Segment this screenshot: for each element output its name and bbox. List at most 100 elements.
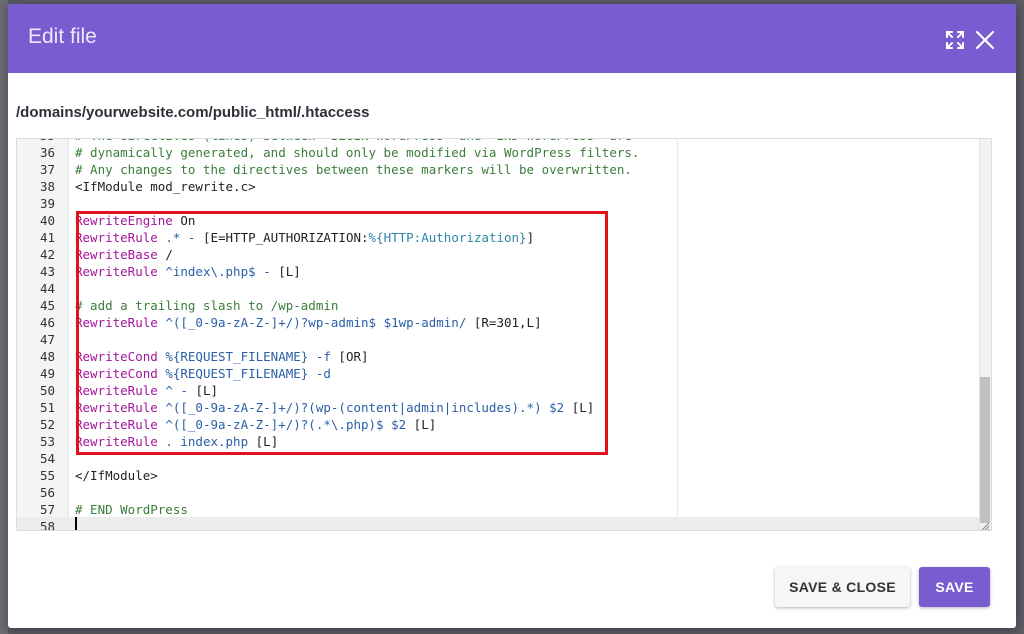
line-code: # add a trailing slash to /wp-admin xyxy=(75,297,338,314)
code-line[interactable]: 52 RewriteRule ^([_0-9a-zA-Z-]+/)?(.*\.ph… xyxy=(17,416,981,433)
code-line[interactable]: 39 xyxy=(17,195,981,212)
code-token: </IfModule> xyxy=(75,468,158,483)
line-code: RewriteCond %{REQUEST_FILENAME} -d xyxy=(75,365,331,382)
line-number: 56 xyxy=(39,485,55,500)
line-number: 54 xyxy=(39,451,55,466)
line-number: 39 xyxy=(39,196,55,211)
code-token: [L] xyxy=(195,383,219,398)
expand-icon[interactable] xyxy=(944,29,966,51)
dialog-title: Edit file xyxy=(28,25,97,48)
code-token: RewriteRule xyxy=(75,264,158,279)
line-code: RewriteRule ^([_0-9a-zA-Z-]+/)?(wp-(cont… xyxy=(75,399,594,416)
code-token: [L] xyxy=(255,434,279,449)
line-number: 51 xyxy=(39,400,55,415)
code-token: ^([_0-9a-zA-Z-]+/)?wp-admin$ $1wp-admin/ xyxy=(157,315,474,330)
line-number: 52 xyxy=(39,417,55,432)
line-number: 45 xyxy=(39,298,55,313)
save-and-close-button[interactable]: SAVE & CLOSE xyxy=(775,567,910,607)
code-line[interactable]: 41 RewriteRule .* - [E=HTTP_AUTHORIZATION… xyxy=(17,229,981,246)
line-number: 42 xyxy=(39,247,55,262)
code-token: ] xyxy=(526,230,535,245)
text-cursor xyxy=(75,517,77,530)
code-token: RewriteRule xyxy=(75,383,158,398)
code-line[interactable]: 38 <IfModule mod_rewrite.c> xyxy=(17,178,981,195)
code-token: # add a trailing slash to /wp-admin xyxy=(75,298,339,313)
code-token: RewriteRule xyxy=(75,230,158,245)
line-code: # END WordPress xyxy=(75,501,188,518)
code-line[interactable]: 40 RewriteEngine On xyxy=(17,212,981,229)
code-line[interactable]: 48 RewriteCond %{REQUEST_FILENAME} -f [OR… xyxy=(17,348,981,365)
code-token: RewriteEngine xyxy=(75,213,173,228)
line-number: 47 xyxy=(39,332,55,347)
code-token: [R=301,L] xyxy=(473,315,542,330)
line-number: 46 xyxy=(39,315,55,330)
code-token: RewriteRule xyxy=(75,315,158,330)
line-number: 58 xyxy=(39,519,55,531)
line-number: 40 xyxy=(39,213,55,228)
code-token: # The directives (lines) between "BEGIN … xyxy=(75,139,632,143)
code-token: [L] xyxy=(278,264,301,279)
save-button[interactable]: SAVE xyxy=(919,567,990,607)
line-number: 44 xyxy=(39,281,55,296)
code-editor[interactable]: 35# The directives (lines) between "BEGI… xyxy=(16,138,992,531)
code-token: [OR] xyxy=(338,349,369,364)
code-line[interactable]: 46 RewriteRule ^([_0-9a-zA-Z-]+/)?wp-admi… xyxy=(17,314,981,331)
resize-grip-icon[interactable] xyxy=(980,519,990,530)
line-code: RewriteRule ^ - [L] xyxy=(75,382,218,399)
line-code: RewriteRule ^([_0-9a-zA-Z-]+/)?(.*\.php)… xyxy=(75,416,436,433)
code-line[interactable]: 53 RewriteRule . index.php [L] xyxy=(17,433,981,450)
code-line[interactable]: 58 xyxy=(17,518,981,531)
code-token: [L] xyxy=(571,400,595,415)
code-line[interactable]: 36 # dynamically generated, and should on… xyxy=(17,144,981,161)
code-line[interactable]: 56 xyxy=(17,484,981,501)
line-code: </IfModule> xyxy=(75,467,158,484)
code-token: <IfModule mod_rewrite.c> xyxy=(75,179,256,194)
code-token: . index.php xyxy=(157,434,256,449)
code-line[interactable]: 45 # add a trailing slash to /wp-admin xyxy=(17,297,981,314)
line-code: RewriteBase / xyxy=(75,246,173,263)
line-number: 53 xyxy=(39,434,55,449)
line-code: RewriteRule .* - [E=HTTP_AUTHORIZATION:%… xyxy=(75,229,534,246)
line-number: 57 xyxy=(39,502,55,517)
code-line[interactable]: 47 xyxy=(17,331,981,348)
line-number: 38 xyxy=(39,179,55,194)
line-code: RewriteCond %{REQUEST_FILENAME} -f [OR] xyxy=(75,348,369,365)
line-code: RewriteEngine On xyxy=(75,212,195,229)
line-number: 48 xyxy=(39,349,55,364)
code-token: RewriteCond xyxy=(75,366,158,381)
line-number: 37 xyxy=(39,162,55,177)
scrollbar-thumb[interactable] xyxy=(980,377,990,523)
line-code: RewriteRule . index.php [L] xyxy=(75,433,278,450)
vertical-scrollbar[interactable] xyxy=(979,139,991,530)
code-line[interactable]: 55 </IfModule> xyxy=(17,467,981,484)
code-token: %{REQUEST_FILENAME} -d xyxy=(157,366,331,381)
close-icon[interactable] xyxy=(974,29,996,51)
line-code: # Any changes to the directives between … xyxy=(75,161,632,178)
line-number: 55 xyxy=(39,468,55,483)
code-token: RewriteBase xyxy=(75,247,158,262)
line-code: # dynamically generated, and should only… xyxy=(75,144,639,161)
code-token: ^([_0-9a-zA-Z-]+/)?(wp-(content|admin|in… xyxy=(157,400,572,415)
line-number: 49 xyxy=(39,366,55,381)
line-code: RewriteRule ^index\.php$ - [L] xyxy=(75,263,301,280)
line-number: 41 xyxy=(39,230,55,245)
code-line[interactable]: 50 RewriteRule ^ - [L] xyxy=(17,382,981,399)
code-line[interactable]: 37 # Any changes to the directives betwee… xyxy=(17,161,981,178)
file-path: /domains/yourwebsite.com/public_html/.ht… xyxy=(16,104,370,121)
code-line[interactable]: 44 xyxy=(17,280,981,297)
code-line[interactable]: 51 RewriteRule ^([_0-9a-zA-Z-]+/)?(wp-(co… xyxy=(17,399,981,416)
dialog-header: Edit file xyxy=(8,4,1016,73)
code-token: # Any changes to the directives between … xyxy=(75,162,632,177)
code-line[interactable]: 57 # END WordPress xyxy=(17,501,981,518)
code-line[interactable]: 43 RewriteRule ^index\.php$ - [L] xyxy=(17,263,981,280)
code-token: # END WordPress xyxy=(75,502,188,517)
code-lines[interactable]: 35# The directives (lines) between "BEGI… xyxy=(17,139,981,531)
code-token: # dynamically generated, and should only… xyxy=(75,145,640,160)
code-token: %{REQUEST_FILENAME} -f xyxy=(157,349,339,364)
code-line[interactable]: 49 RewriteCond %{REQUEST_FILENAME} -d xyxy=(17,365,981,382)
code-token: On xyxy=(172,213,196,228)
line-number: 50 xyxy=(39,383,55,398)
code-line[interactable]: 54 xyxy=(17,450,981,467)
code-token: [E=HTTP_AUTHORIZATION: xyxy=(202,230,369,245)
code-line[interactable]: 42 RewriteBase / xyxy=(17,246,981,263)
